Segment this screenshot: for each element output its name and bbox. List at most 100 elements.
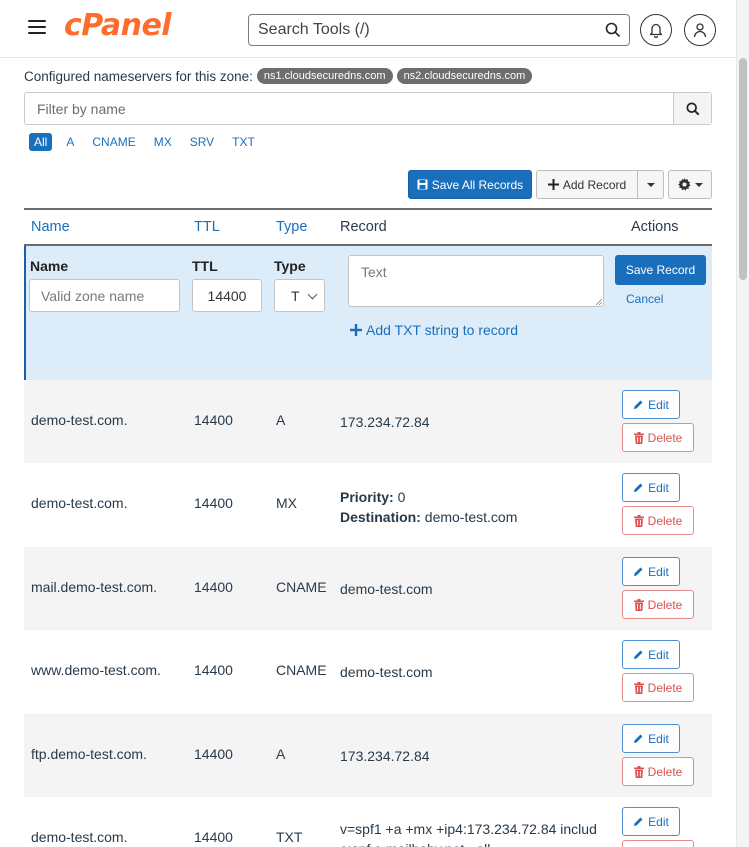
filter-box bbox=[24, 92, 712, 125]
nameservers-label: Configured nameservers for this zone: bbox=[24, 68, 253, 84]
add-record-dropdown-button[interactable] bbox=[638, 170, 664, 199]
trash-icon bbox=[633, 431, 644, 444]
column-header-record: Record bbox=[340, 219, 387, 235]
record-ttl: 14400 bbox=[194, 746, 233, 762]
form-label-type: Type bbox=[274, 258, 306, 274]
search-tools-input[interactable] bbox=[249, 15, 579, 45]
cpanel-logo[interactable]: cPanel bbox=[64, 8, 172, 43]
record-type: MX bbox=[276, 495, 297, 511]
tab-cname[interactable]: CNAME bbox=[92, 135, 135, 149]
column-header-type[interactable]: Type bbox=[276, 219, 307, 235]
table-row: demo-test.com. 14400 MX Priority: 0 Destinat… bbox=[24, 463, 712, 546]
nameserver-badge: ns1.cloudsecuredns.com bbox=[256, 68, 393, 84]
edit-label: Edit bbox=[648, 647, 669, 662]
edit-label: Edit bbox=[648, 814, 669, 829]
delete-button[interactable]: Delete bbox=[622, 840, 694, 847]
floppy-icon bbox=[417, 179, 428, 190]
edit-button[interactable]: Edit bbox=[622, 390, 680, 419]
settings-dropdown-button[interactable] bbox=[668, 170, 712, 199]
record-value-line: v=spf1 +a +mx +ip4:173.234.72.84 includ bbox=[340, 821, 597, 837]
search-icon bbox=[685, 101, 699, 115]
delete-label: Delete bbox=[647, 430, 683, 445]
top-header: cPanel bbox=[0, 0, 736, 58]
gear-icon bbox=[677, 178, 691, 191]
table-row: demo-test.com. 14400 TXT v=spf1 +a +mx +ip4… bbox=[24, 797, 712, 847]
delete-button[interactable]: Delete bbox=[622, 506, 694, 535]
tab-mx[interactable]: MX bbox=[154, 135, 172, 149]
record-text-input[interactable] bbox=[348, 255, 604, 307]
edit-button[interactable]: Edit bbox=[622, 807, 680, 836]
tab-srv[interactable]: SRV bbox=[190, 135, 214, 149]
destination-label: Destination: bbox=[340, 509, 421, 525]
destination-value: demo-test.com bbox=[424, 509, 518, 525]
pencil-icon bbox=[634, 817, 643, 826]
record-type: CNAME bbox=[276, 579, 327, 595]
column-header-name[interactable]: Name bbox=[31, 219, 70, 235]
filter-input[interactable] bbox=[25, 93, 665, 124]
page-scrollbar[interactable] bbox=[736, 0, 749, 847]
edit-button[interactable]: Edit bbox=[622, 640, 680, 669]
pencil-icon bbox=[634, 400, 643, 409]
edit-button[interactable]: Edit bbox=[622, 473, 680, 502]
tab-a[interactable]: A bbox=[66, 135, 74, 149]
record-type: TXT bbox=[276, 829, 303, 845]
pencil-icon bbox=[634, 567, 643, 576]
user-account-button[interactable] bbox=[684, 14, 716, 46]
record-value-line: e:spf.e.mailbaby.net ~all bbox=[340, 839, 597, 847]
delete-button[interactable]: Delete bbox=[622, 590, 694, 619]
search-icon[interactable] bbox=[605, 22, 621, 38]
record-value: 173.234.72.84 bbox=[340, 748, 430, 764]
record-type: A bbox=[276, 746, 286, 762]
record-name-input[interactable] bbox=[29, 279, 180, 312]
chevron-down-icon bbox=[307, 289, 318, 300]
record-type-value: T bbox=[291, 287, 300, 304]
record-name: ftp.demo-test.com. bbox=[31, 746, 147, 762]
record-ttl: 14400 bbox=[194, 829, 233, 845]
tab-all[interactable]: All bbox=[29, 133, 53, 151]
record-type: CNAME bbox=[276, 662, 327, 678]
nameservers-row: Configured nameservers for this zone: ns… bbox=[24, 68, 533, 84]
scrollbar-thumb[interactable] bbox=[739, 58, 747, 280]
priority-value: 0 bbox=[397, 489, 406, 505]
filter-search-button[interactable] bbox=[673, 93, 711, 124]
trash-icon bbox=[633, 514, 644, 527]
save-all-records-button[interactable]: Save All Records bbox=[408, 170, 532, 199]
record-type-tabs: All A CNAME MX SRV TXT bbox=[29, 133, 273, 151]
delete-button[interactable]: Delete bbox=[622, 673, 694, 702]
edit-label: Edit bbox=[648, 397, 669, 412]
delete-label: Delete bbox=[647, 513, 683, 528]
cancel-link[interactable]: Cancel bbox=[626, 292, 663, 306]
form-label-name: Name bbox=[30, 258, 69, 274]
delete-label: Delete bbox=[647, 597, 683, 612]
record-name: demo-test.com. bbox=[31, 412, 128, 428]
record-name: www.demo-test.com. bbox=[31, 662, 161, 678]
record-name: demo-test.com. bbox=[31, 829, 128, 845]
edit-button[interactable]: Edit bbox=[622, 724, 680, 753]
resize-grip-icon[interactable] bbox=[596, 299, 602, 305]
tab-txt[interactable]: TXT bbox=[232, 135, 255, 149]
menu-icon[interactable] bbox=[28, 20, 46, 34]
table-row: ftp.demo-test.com. 14400 A 173.234.72.84 Edi… bbox=[24, 714, 712, 797]
notifications-button[interactable] bbox=[640, 14, 672, 46]
record-type: A bbox=[276, 412, 286, 428]
table-top-border bbox=[24, 208, 712, 210]
edit-button[interactable]: Edit bbox=[622, 557, 680, 586]
plus-icon bbox=[547, 179, 559, 190]
record-ttl-input[interactable] bbox=[192, 279, 262, 312]
caret-down-icon bbox=[646, 182, 655, 187]
record-type-select[interactable]: T bbox=[274, 279, 325, 312]
record-value: demo-test.com bbox=[340, 664, 433, 680]
plus-icon bbox=[350, 324, 362, 336]
add-txt-string-link[interactable]: Add TXT string to record bbox=[350, 322, 518, 338]
delete-button[interactable]: Delete bbox=[622, 757, 694, 786]
add-record-form: Name TTL Type T Add TXT string to record… bbox=[24, 246, 712, 380]
edit-label: Edit bbox=[648, 564, 669, 579]
column-header-ttl[interactable]: TTL bbox=[194, 219, 220, 235]
record-value: 173.234.72.84 bbox=[340, 414, 430, 430]
record-ttl: 14400 bbox=[194, 412, 233, 428]
add-record-button[interactable]: Add Record bbox=[536, 170, 638, 199]
save-all-records-label: Save All Records bbox=[431, 177, 524, 192]
delete-button[interactable]: Delete bbox=[622, 423, 694, 452]
save-record-button[interactable]: Save Record bbox=[615, 255, 706, 285]
table-row: www.demo-test.com. 14400 CNAME demo-test.co… bbox=[24, 630, 712, 713]
